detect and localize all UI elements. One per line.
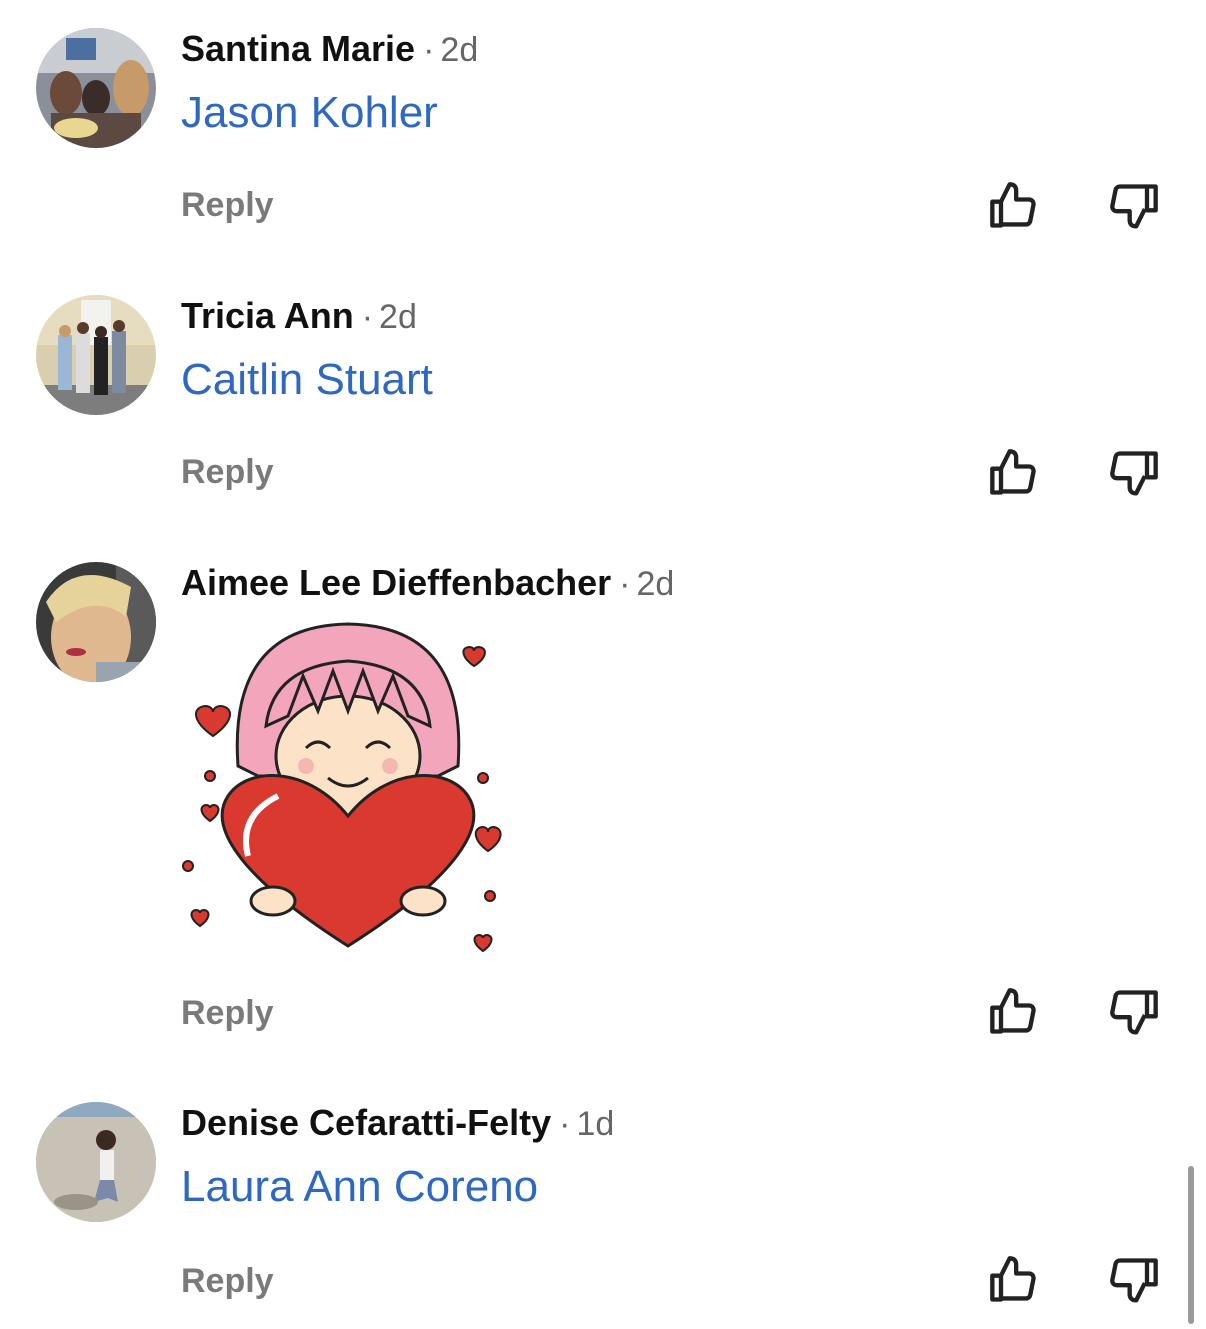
separator: · — [559, 1105, 571, 1143]
mention-link[interactable]: Caitlin Stuart — [181, 355, 433, 405]
comment-author[interactable]: Aimee Lee Dieffenbacher — [181, 562, 611, 603]
comment-time: 2d — [636, 565, 675, 603]
thumbs-up-icon[interactable] — [988, 1254, 1040, 1306]
comment-time: 2d — [440, 31, 479, 69]
sticker-girl-heart — [178, 616, 518, 956]
separator: · — [361, 298, 374, 336]
thumbs-down-icon[interactable] — [1108, 180, 1160, 232]
reply-button[interactable]: Reply — [181, 1262, 274, 1301]
mention-link[interactable]: Jason Kohler — [181, 88, 438, 138]
thumbs-up-icon[interactable] — [988, 986, 1040, 1038]
thumbs-down-icon[interactable] — [1108, 1254, 1160, 1306]
scrollbar[interactable] — [1188, 1166, 1194, 1324]
comment-item: Tricia Ann · 2d Caitlin Stuart Reply — [0, 295, 1206, 525]
comment-author[interactable]: Denise Cefaratti-Felty — [181, 1102, 551, 1143]
reply-button[interactable]: Reply — [181, 186, 274, 225]
comment-time: 2d — [379, 298, 417, 336]
avatar[interactable] — [36, 28, 156, 148]
thumbs-up-icon[interactable] — [988, 180, 1040, 232]
separator: · — [423, 31, 435, 69]
comment-author[interactable]: Santina Marie — [181, 28, 415, 69]
thumbs-down-icon[interactable] — [1108, 986, 1160, 1038]
reply-button[interactable]: Reply — [181, 994, 274, 1033]
comment-item: Aimee Lee Dieffenbacher · 2d Reply — [0, 562, 1206, 1062]
thumbs-down-icon[interactable] — [1108, 447, 1160, 499]
comment-item: Denise Cefaratti-Felty · 1d Laura Ann Core… — [0, 1102, 1206, 1329]
avatar[interactable] — [36, 295, 156, 415]
avatar[interactable] — [36, 1102, 156, 1222]
reply-button[interactable]: Reply — [181, 453, 274, 492]
separator: · — [619, 565, 631, 603]
comment-author[interactable]: Tricia Ann — [181, 295, 354, 336]
comment-time: 1d — [576, 1105, 615, 1143]
comment-item: Santina Marie · 2d Jason Kohler Reply — [0, 28, 1206, 258]
avatar[interactable] — [36, 562, 156, 682]
mention-link[interactable]: Laura Ann Coreno — [181, 1162, 538, 1212]
thumbs-up-icon[interactable] — [988, 447, 1040, 499]
